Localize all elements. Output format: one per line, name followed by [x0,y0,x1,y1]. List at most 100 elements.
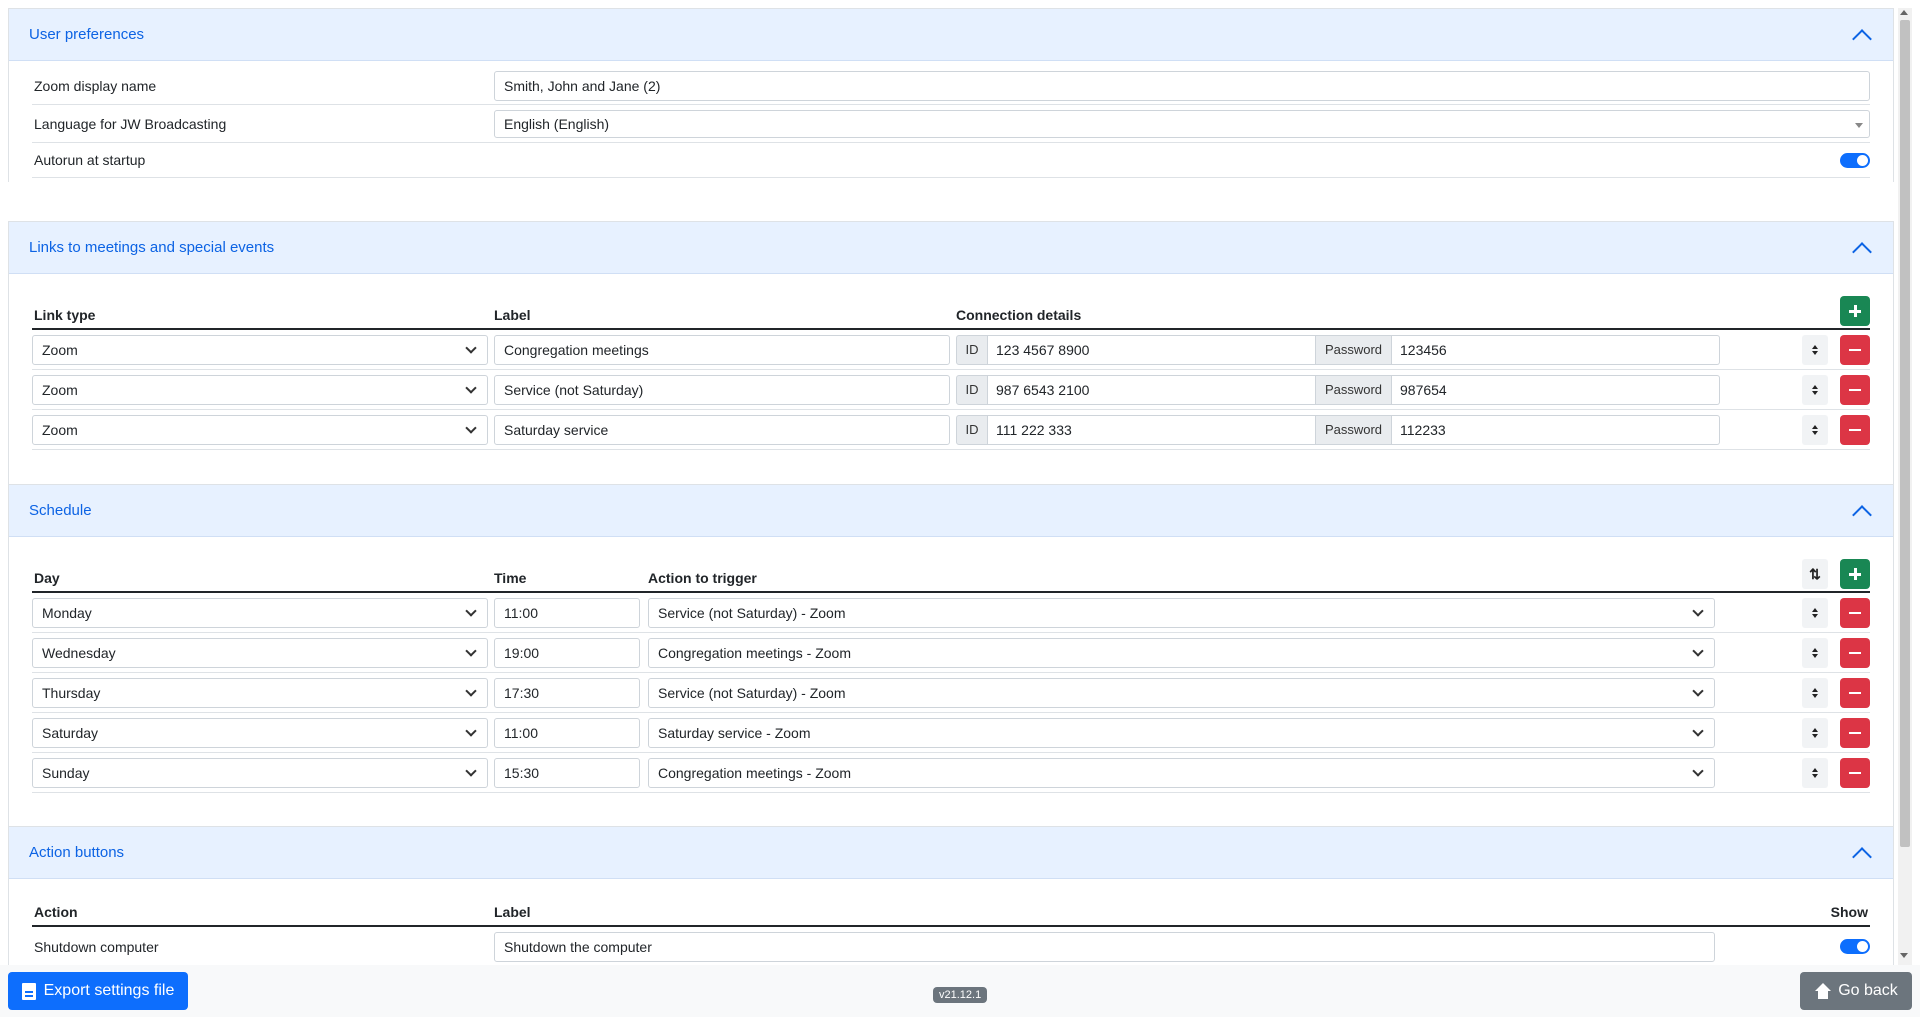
day-select[interactable]: Sunday [32,757,488,788]
time-input[interactable]: 19:00 [494,637,640,668]
user-preferences-header[interactable]: User preferences [9,9,1893,61]
link-label-input[interactable]: Service (not Saturday) [494,374,950,405]
time-input[interactable]: 11:00 [494,717,640,748]
day-select[interactable]: Monday [32,597,488,628]
action-select[interactable]: Congregation meetings - Zoom [648,637,1715,668]
action-select[interactable]: Saturday service - Zoom [648,717,1715,748]
day-select[interactable]: Thursday [32,677,488,708]
remove-schedule-button[interactable] [1840,638,1870,668]
day-value: Sunday [42,764,90,781]
drag-handle-icon[interactable] [1802,718,1828,748]
sort-up-arrow [1812,385,1818,389]
drag-handle-icon[interactable] [1802,598,1828,628]
chevron-up-icon[interactable] [1852,28,1872,49]
remove-link-button[interactable] [1840,375,1870,405]
id-addon: ID [956,334,988,365]
action-label-value: Shutdown the computer [504,938,652,955]
action-buttons-section: Action buttons Action Label Show Shutdow… [8,826,1894,965]
chevron-up-icon[interactable] [1852,504,1872,525]
password-value: 987654 [1400,381,1447,398]
links-table-header: Link type Label Connection details [32,294,1870,330]
go-back-button[interactable]: Go back [1800,972,1912,1010]
link-label-value: Saturday service [504,421,609,438]
time-input[interactable]: 17:30 [494,677,640,708]
link-label-input[interactable]: Congregation meetings [494,334,950,365]
drag-handle-icon[interactable] [1802,335,1828,365]
password-addon-label: Password [1324,422,1383,437]
show-col-header: Show [1830,904,1868,920]
time-input[interactable]: 15:30 [494,757,640,788]
password-input[interactable]: 112233 [1392,414,1720,445]
action-select[interactable]: Service (not Saturday) - Zoom [648,597,1715,628]
links-header[interactable]: Links to meetings and special events [9,222,1893,274]
remove-schedule-button[interactable] [1840,598,1870,628]
remove-link-button[interactable] [1840,335,1870,365]
action-value: Service (not Saturday) - Zoom [658,684,846,701]
action-label-input[interactable]: Shutdown the computer [494,931,1715,962]
day-value: Thursday [42,684,101,701]
sort-down-arrow [1812,774,1818,778]
action-header: Action to trigger [648,570,757,586]
day-select[interactable]: Wednesday [32,637,488,668]
day-value: Monday [42,604,92,621]
add-schedule-button[interactable] [1840,559,1870,589]
drag-handle-icon[interactable] [1802,375,1828,405]
remove-link-button[interactable] [1840,415,1870,445]
label-col-header: Label [494,904,531,920]
sort-down-arrow [1812,391,1818,395]
time-header: Time [494,570,527,586]
settings-scroll-area[interactable]: User preferences Zoom display name Smith… [0,0,1920,965]
action-select[interactable]: Congregation meetings - Zoom [648,757,1715,788]
sort-down-arrow [1812,734,1818,738]
meeting-id-input[interactable]: 123 4567 8900 [988,334,1316,365]
chevron-up-icon[interactable] [1852,241,1872,262]
drag-handle-icon[interactable] [1802,415,1828,445]
link-label-value: Congregation meetings [504,341,649,358]
password-addon: Password [1316,414,1392,445]
action-show-toggle[interactable] [1840,939,1870,954]
action-select[interactable]: Service (not Saturday) - Zoom [648,677,1715,708]
drag-handle-icon[interactable] [1802,758,1828,788]
schedule-header[interactable]: Schedule [9,485,1893,537]
drag-handle-icon[interactable] [1802,678,1828,708]
language-select[interactable]: English (English) [494,109,1870,138]
action-buttons-header[interactable]: Action buttons [9,827,1893,879]
link-type-select[interactable]: Zoom [32,334,488,365]
scrollbar-thumb[interactable] [1900,20,1910,847]
day-select[interactable]: Saturday [32,717,488,748]
password-input[interactable]: 987654 [1392,374,1720,405]
chevron-up-icon[interactable] [1852,846,1872,867]
remove-schedule-button[interactable] [1840,678,1870,708]
time-input[interactable]: 11:00 [494,597,640,628]
footer-bar: Export settings file v21.12.1 Go back [0,965,1920,1017]
link-row: Zoom Saturday service ID 111 222 333 Passwor… [32,410,1870,450]
drag-handle-icon[interactable] [1802,638,1828,668]
link-label-header: Label [494,307,531,323]
day-value: Saturday [42,724,99,741]
action-col-header: Action [34,904,78,920]
chevron-down-icon [465,764,477,777]
export-settings-button[interactable]: Export settings file [8,972,188,1010]
add-link-button[interactable] [1840,296,1870,326]
link-type-select[interactable]: Zoom [32,414,488,445]
zoom-name-input[interactable]: Smith, John and Jane (2) [494,70,1870,101]
remove-schedule-button[interactable] [1840,718,1870,748]
link-type-select[interactable]: Zoom [32,374,488,405]
chevron-down-icon [1692,604,1704,617]
action-value: Saturday service - Zoom [658,724,811,741]
link-label-input[interactable]: Saturday service [494,414,950,445]
autorun-toggle[interactable] [1840,152,1870,168]
meeting-id-input[interactable]: 111 222 333 [988,414,1316,445]
user-preferences-title: User preferences [29,26,145,43]
link-label-value: Service (not Saturday) [504,381,644,398]
schedule-table-header: Day Time Action to trigger ⇅ [32,557,1870,593]
sort-icon[interactable]: ⇅ [1802,559,1828,589]
password-input[interactable]: 123456 [1392,334,1720,365]
scroll-up-icon[interactable] [1900,10,1908,15]
scroll-down-icon[interactable] [1900,953,1908,958]
chevron-down-icon [465,644,477,657]
schedule-row: Monday 11:00 Service (not Saturday) - Zoom [32,593,1870,633]
meeting-id-input[interactable]: 987 6543 2100 [988,374,1316,405]
schedule-title: Schedule [29,502,92,519]
remove-schedule-button[interactable] [1840,758,1870,788]
